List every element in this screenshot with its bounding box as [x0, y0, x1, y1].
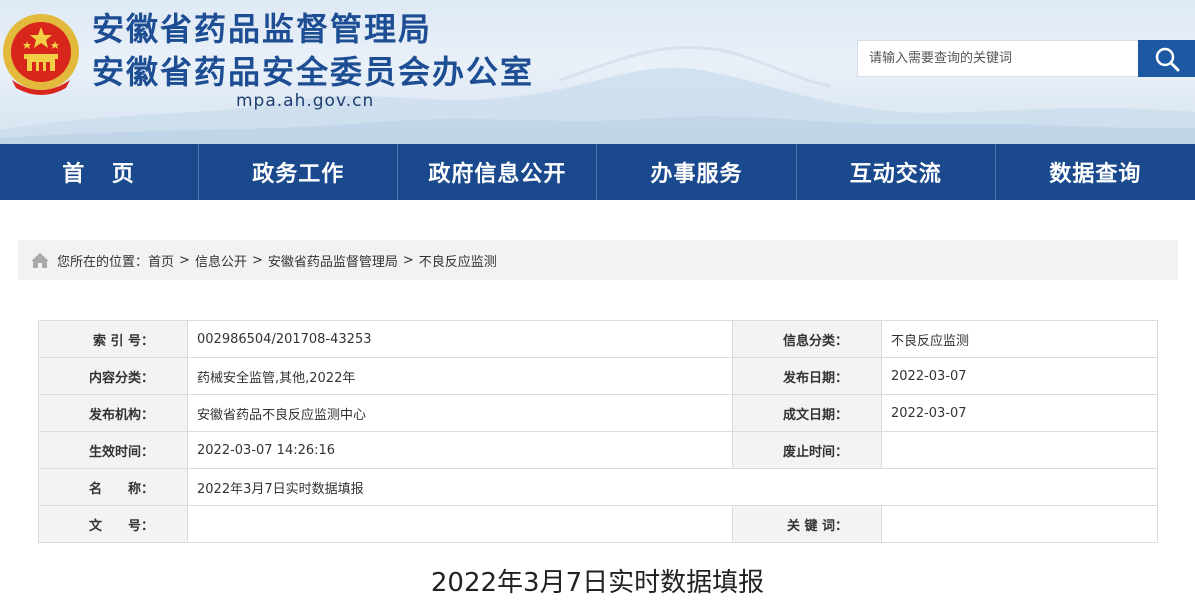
publish-date-value: 2022-03-07	[881, 357, 1158, 395]
nav-item-interaction[interactable]: 互动交流	[797, 144, 996, 200]
content-type-value: 药械安全监管,其他,2022年	[187, 357, 733, 395]
breadcrumb-link-home[interactable]: 首页	[148, 251, 174, 270]
name-value: 2022年3月7日实时数据填报	[187, 468, 1158, 506]
written-date-label: 成文日期：	[732, 394, 882, 432]
nav-item-info-disclosure[interactable]: 政府信息公开	[398, 144, 598, 200]
keywords-value	[881, 505, 1158, 543]
search-input[interactable]	[858, 41, 1138, 76]
publisher-label: 发布机构：	[38, 394, 188, 432]
doc-no-label: 文 号：	[38, 505, 188, 543]
breadcrumb-link-bureau[interactable]: 安徽省药品监督管理局	[268, 251, 398, 270]
expire-value	[881, 431, 1158, 469]
search-box	[857, 40, 1138, 77]
breadcrumb-prefix: 您所在的位置：	[57, 254, 149, 270]
national-emblem-icon	[3, 14, 79, 95]
search-icon	[1155, 47, 1179, 71]
document-info-table: 索 引 号： 002986504/201708-43253 信息分类： 不良反应…	[38, 320, 1158, 543]
expire-label: 废止时间：	[732, 431, 882, 469]
publish-date-label: 发布日期：	[732, 357, 882, 395]
breadcrumb-separator: >	[402, 252, 414, 268]
home-icon	[30, 252, 50, 269]
effective-label: 生效时间：	[38, 431, 188, 469]
breadcrumb: 您所在的位置： 首页 > 信息公开 > 安徽省药品监督管理局 > 不良反应监测	[18, 240, 1178, 280]
main-nav: 首 页 政务工作 政府信息公开 办事服务 互动交流 数据查询	[0, 144, 1195, 200]
effective-value: 2022-03-07 14:26:16	[187, 431, 733, 469]
site-title-secondary: 安徽省药品安全委员会办公室	[92, 53, 535, 91]
article-title: 2022年3月7日实时数据填报	[430, 568, 765, 598]
breadcrumb-separator: >	[179, 252, 190, 268]
breadcrumb-separator: >	[251, 252, 263, 268]
written-date-value: 2022-03-07	[881, 394, 1158, 432]
site-title-primary: 安徽省药品监督管理局	[92, 10, 433, 48]
table-row: 文 号： 关 键 词：	[38, 505, 1158, 543]
index-label: 索 引 号：	[38, 320, 188, 358]
search-button[interactable]	[1138, 40, 1195, 77]
category-label: 信息分类：	[732, 320, 882, 358]
content-type-label: 内容分类：	[38, 357, 188, 395]
nav-item-government-work[interactable]: 政务工作	[199, 144, 399, 200]
publisher-value: 安徽省药品不良反应监测中心	[187, 394, 733, 432]
site-domain: mpa.ah.gov.cn	[236, 91, 375, 111]
index-value: 002986504/201708-43253	[187, 320, 733, 358]
name-label: 名 称：	[38, 468, 188, 506]
breadcrumb-link-adr-monitoring[interactable]: 不良反应监测	[419, 251, 497, 270]
nav-item-services[interactable]: 办事服务	[597, 144, 797, 200]
site-header: 安徽省药品监督管理局 安徽省药品安全委员会办公室 mpa.ah.gov.cn	[0, 0, 1195, 144]
breadcrumb-link-info-disclosure[interactable]: 信息公开	[195, 251, 247, 270]
table-row: 内容分类： 药械安全监管,其他,2022年 发布日期： 2022-03-07	[38, 357, 1158, 395]
table-row: 生效时间： 2022-03-07 14:26:16 废止时间：	[38, 431, 1158, 469]
category-value: 不良反应监测	[881, 320, 1158, 358]
doc-no-value	[187, 505, 733, 543]
table-row: 索 引 号： 002986504/201708-43253 信息分类： 不良反应…	[38, 320, 1158, 358]
table-row: 发布机构： 安徽省药品不良反应监测中心 成文日期： 2022-03-07	[38, 394, 1158, 432]
nav-item-data-query[interactable]: 数据查询	[996, 144, 1195, 200]
nav-item-home[interactable]: 首 页	[0, 144, 200, 200]
keywords-label: 关 键 词：	[732, 505, 882, 543]
table-row: 名 称： 2022年3月7日实时数据填报	[38, 468, 1158, 506]
